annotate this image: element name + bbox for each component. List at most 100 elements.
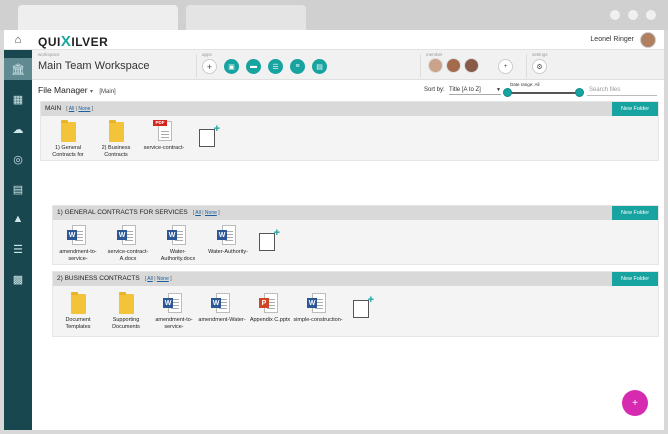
- file-name: 2) Business Contracts: [101, 145, 131, 158]
- section-header: MAIN [ All | None ] New Folder: [41, 102, 658, 116]
- select-all-link[interactable]: All: [195, 210, 201, 216]
- file-item[interactable]: Supporting Documents: [101, 292, 151, 330]
- add-file-icon[interactable]: +: [199, 123, 220, 147]
- chevron-down-icon[interactable]: ▾: [90, 89, 93, 95]
- word-icon: W: [117, 224, 139, 248]
- file-item[interactable]: P Appendix C.pptx: [245, 292, 295, 324]
- folder-icon: [109, 120, 124, 142]
- select-none-link[interactable]: None: [157, 276, 169, 282]
- home-icon[interactable]: ⌂: [4, 30, 32, 50]
- new-folder-button[interactable]: New Folder: [612, 102, 658, 116]
- word-badge: W: [67, 230, 77, 240]
- divider: [196, 54, 197, 78]
- document-icon[interactable]: ▤: [312, 59, 327, 74]
- select-none-link[interactable]: None: [78, 106, 90, 112]
- search-input[interactable]: Search files: [587, 85, 657, 96]
- file-name: amendment-Water-: [198, 317, 246, 323]
- lifebuoy-icon[interactable]: ◎: [4, 148, 32, 170]
- date-range-slider[interactable]: [507, 92, 580, 94]
- workspace-label: workspace: [38, 52, 60, 57]
- workspace-bar: workspace Main Team Workspace apps + ▣ ▬…: [32, 50, 664, 80]
- apps-label: apps: [202, 52, 212, 57]
- file-name: Document Templates: [65, 317, 91, 330]
- browser-tab[interactable]: [18, 5, 178, 30]
- add-app-button[interactable]: +: [202, 59, 217, 74]
- date-range-end-handle[interactable]: [575, 88, 584, 97]
- file-item[interactable]: W amendment-Water-: [197, 292, 247, 324]
- divider: [420, 54, 421, 78]
- word-icon: W: [217, 224, 239, 248]
- folder-icon: [119, 292, 134, 314]
- select-none-link[interactable]: None: [205, 210, 217, 216]
- file-item[interactable]: PDF service-contract-: [139, 120, 189, 152]
- member-avatar[interactable]: [464, 58, 479, 73]
- file-item[interactable]: W Water-Authority-: [203, 224, 253, 256]
- tasks-icon[interactable]: ≡: [290, 59, 305, 74]
- file-item[interactable]: W service-contract-A.docx: [103, 224, 153, 262]
- member-avatar[interactable]: [428, 58, 443, 73]
- file-name: amendment-to-service-: [59, 249, 97, 262]
- add-member-button[interactable]: +: [498, 59, 513, 74]
- chat-icon[interactable]: ▣: [224, 59, 239, 74]
- section-title-text: 2) BUSINESS CONTRACTS: [57, 275, 140, 282]
- top-bar: ⌂ QUIXILVER Leonel Ringer: [4, 30, 664, 50]
- file-item[interactable]: 1) General Contracts for: [43, 120, 93, 158]
- section-header: 1) GENERAL CONTRACTS FOR SERVICES [ All |…: [53, 206, 658, 220]
- window-dot[interactable]: [628, 10, 638, 20]
- member-avatar[interactable]: [446, 58, 461, 73]
- new-folder-button[interactable]: New Folder: [612, 206, 658, 220]
- word-badge: W: [167, 230, 177, 240]
- pdf-icon: PDF: [153, 120, 175, 144]
- gear-icon[interactable]: ⚙: [532, 59, 547, 74]
- org-chart-icon[interactable]: ▲: [4, 208, 32, 230]
- powerpoint-icon: P: [259, 292, 281, 316]
- file-name: Water-Authority.docx: [160, 249, 196, 262]
- id-card-icon[interactable]: ▤: [4, 178, 32, 200]
- file-item[interactable]: 2) Business Contracts: [91, 120, 141, 158]
- word-badge: W: [217, 230, 227, 240]
- add-file-icon[interactable]: +: [353, 294, 374, 318]
- table-icon[interactable]: ▩: [4, 268, 32, 290]
- window-dot[interactable]: [646, 10, 656, 20]
- file-name: service-contract-A.docx: [107, 249, 149, 262]
- file-name: 1) General Contracts for: [52, 145, 84, 158]
- file-manager-heading: File Manager: [38, 85, 88, 95]
- date-range-start-handle[interactable]: [503, 88, 512, 97]
- app-window: ⌂ QUIXILVER Leonel Ringer 🏛 ▦ ☁ ◎ ▤ ▲ ☰ …: [4, 30, 664, 430]
- add-fab-button[interactable]: +: [622, 390, 648, 416]
- word-badge: W: [211, 298, 221, 308]
- browser-tab[interactable]: [186, 5, 306, 30]
- file-item[interactable]: W simple-construction-: [293, 292, 343, 324]
- file-item[interactable]: Document Templates: [53, 292, 103, 330]
- sort-select[interactable]: Title [A to Z] ▼: [449, 85, 501, 95]
- pdf-badge: PDF: [153, 120, 167, 126]
- grid-icon[interactable]: ▦: [4, 88, 32, 110]
- new-folder-button[interactable]: New Folder: [612, 272, 658, 286]
- file-item[interactable]: W Water-Authority.docx: [153, 224, 203, 262]
- word-icon: W: [67, 224, 89, 248]
- section-business-contracts: 2) BUSINESS CONTRACTS [ All | None ] New …: [52, 271, 659, 337]
- word-icon: W: [163, 292, 185, 316]
- database-icon[interactable]: ☰: [4, 238, 32, 260]
- add-file-icon[interactable]: +: [259, 227, 280, 251]
- list-icon[interactable]: ☰: [268, 59, 283, 74]
- select-all-link[interactable]: All: [69, 106, 75, 112]
- folder-icon[interactable]: ▬: [246, 59, 261, 74]
- app-logo: QUIXILVER: [38, 33, 108, 50]
- bank-icon[interactable]: 🏛: [4, 58, 32, 80]
- window-dot[interactable]: [610, 10, 620, 20]
- word-icon: W: [211, 292, 233, 316]
- select-all-link[interactable]: All: [147, 276, 153, 282]
- file-manager-title: File Manager ▾ [Main]: [38, 85, 116, 95]
- section-title: 2) BUSINESS CONTRACTS [ All | None ]: [57, 275, 172, 282]
- user-avatar[interactable]: [640, 32, 656, 48]
- user-name[interactable]: Leonel Ringer: [590, 36, 634, 43]
- word-icon: W: [307, 292, 329, 316]
- file-item[interactable]: W amendment-to-service-: [53, 224, 103, 262]
- cloud-icon[interactable]: ☁: [4, 118, 32, 140]
- section-general-contracts: 1) GENERAL CONTRACTS FOR SERVICES [ All |…: [52, 205, 659, 265]
- file-name: Supporting Documents: [112, 317, 140, 330]
- section-main: MAIN [ All | None ] New Folder 1) General…: [40, 101, 659, 161]
- file-item[interactable]: W amendment-to-service-: [149, 292, 199, 330]
- workspace-title[interactable]: Main Team Workspace: [38, 60, 149, 72]
